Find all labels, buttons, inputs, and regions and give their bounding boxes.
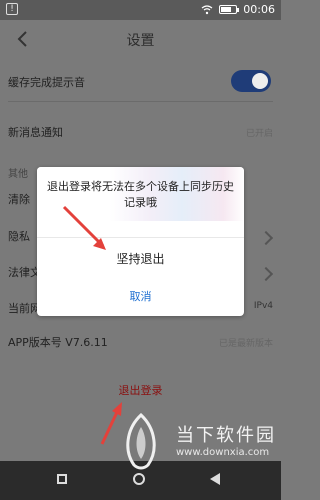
home-icon[interactable]	[133, 473, 145, 485]
recent-apps-icon[interactable]	[57, 474, 67, 484]
annotation-arrows	[62, 205, 122, 445]
back-nav-icon[interactable]	[210, 473, 220, 485]
arrow-icon	[100, 402, 122, 445]
arrow-icon	[62, 205, 106, 250]
system-nav-bar	[0, 461, 281, 500]
